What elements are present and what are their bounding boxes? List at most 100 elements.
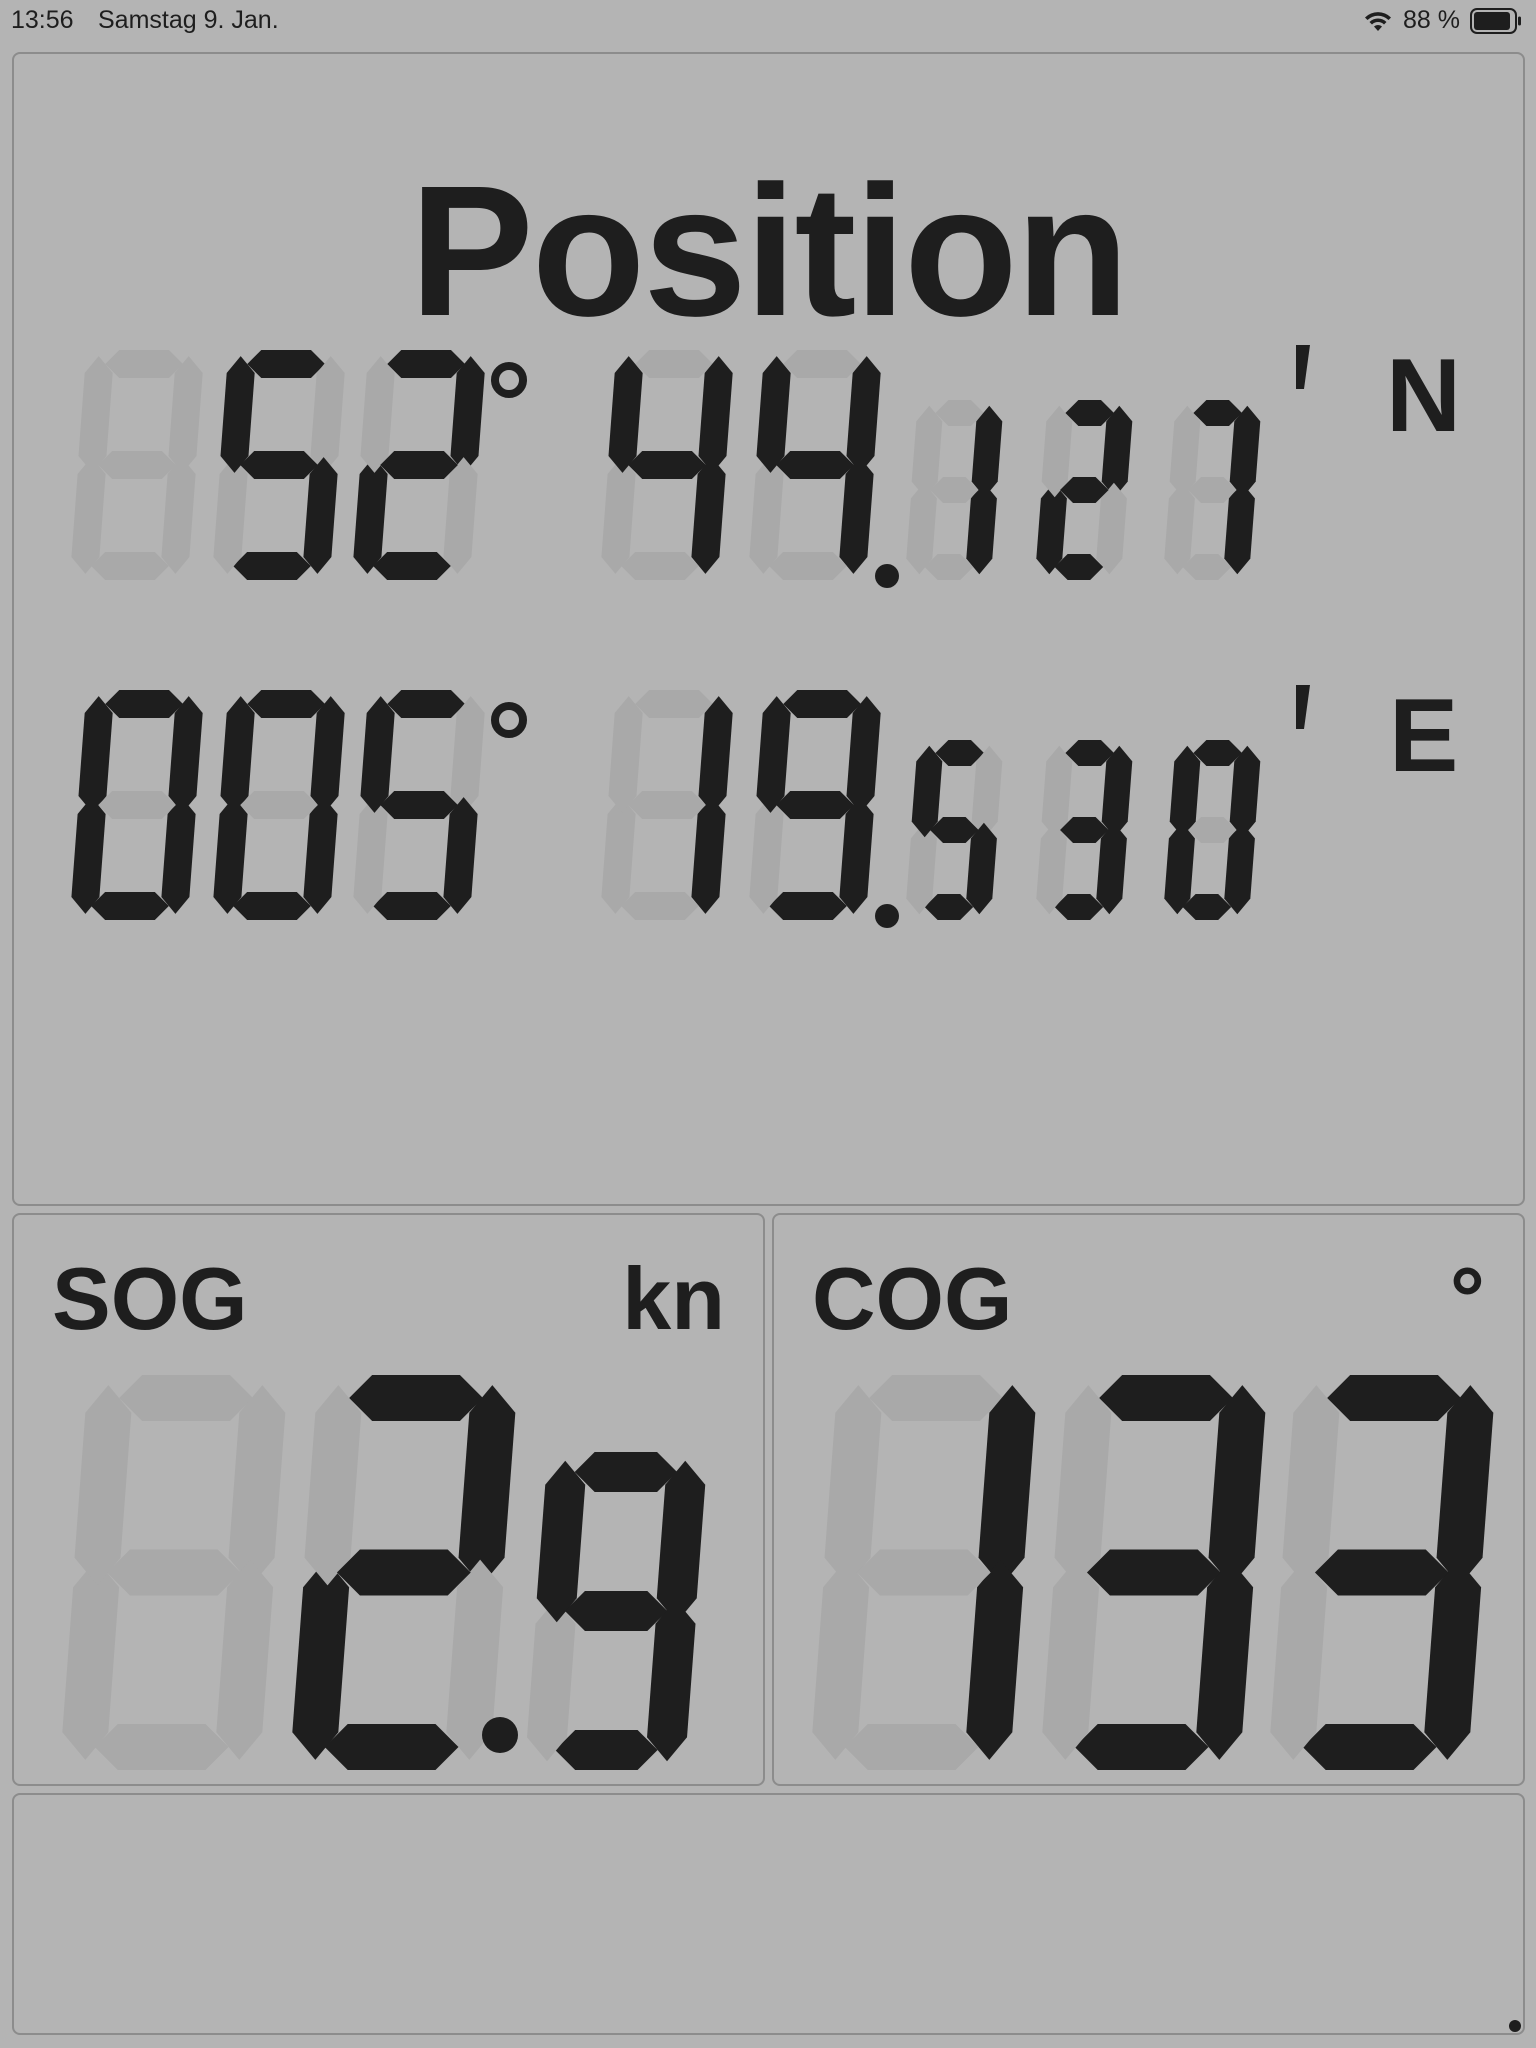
- segment-d: [373, 552, 451, 580]
- segment-a: [105, 690, 183, 718]
- segment-d: [1074, 1724, 1209, 1770]
- segment-a: [635, 690, 713, 718]
- segment-b: [168, 696, 203, 813]
- cog-value-display: [812, 1375, 1494, 1770]
- segment-f: [1054, 1385, 1112, 1586]
- segment-g: [776, 451, 854, 479]
- cog-digit-0: [812, 1375, 1036, 1770]
- segment-a: [869, 1375, 1003, 1421]
- home-indicator-dot: [1509, 2020, 1521, 2032]
- segment-d: [555, 1730, 658, 1770]
- segment-c: [303, 457, 338, 574]
- segment-e: [71, 457, 106, 574]
- segment-b: [450, 696, 485, 813]
- segment-b: [698, 356, 733, 473]
- status-right: 88 %: [1363, 6, 1522, 35]
- segment-a: [119, 1375, 253, 1421]
- empty-panel: [12, 1793, 1525, 2035]
- segment-e: [601, 797, 636, 914]
- segment-f: [78, 356, 113, 473]
- segment-g: [106, 1549, 241, 1596]
- segment-g: [98, 791, 176, 819]
- segment-g: [564, 1591, 668, 1631]
- sog-decimal-point: [482, 1717, 518, 1753]
- segment-g: [776, 791, 854, 819]
- segment-f: [360, 356, 395, 473]
- segment-c: [443, 797, 478, 914]
- segment-d: [233, 892, 311, 920]
- segment-e: [353, 457, 388, 574]
- segment-d: [373, 892, 451, 920]
- segment-f: [756, 696, 791, 813]
- lat-degree-symbol: [491, 362, 527, 398]
- segment-a: [387, 690, 465, 718]
- latitude-display: [71, 345, 1310, 588]
- segment-d: [94, 1724, 229, 1770]
- lon-degree-symbol: [491, 702, 527, 738]
- segment-g: [98, 451, 176, 479]
- segment-e: [749, 457, 784, 574]
- segment-c: [216, 1559, 274, 1760]
- segment-c: [691, 797, 726, 914]
- segment-f: [824, 1385, 882, 1586]
- lat-dec-digit-0: [906, 400, 1003, 580]
- segment-e: [71, 797, 106, 914]
- segment-d: [769, 892, 847, 920]
- lon-deg-digit-0: [71, 690, 203, 920]
- segment-g: [628, 791, 706, 819]
- segment-b: [846, 356, 881, 473]
- segment-d: [324, 1724, 459, 1770]
- lat-deg-digit-0: [71, 350, 203, 580]
- segment-g: [1314, 1549, 1449, 1596]
- segment-c: [966, 1559, 1024, 1760]
- sog-label: SOG: [52, 1249, 248, 1348]
- wifi-icon: [1365, 11, 1392, 31]
- lat-min-digit-0: [601, 350, 733, 580]
- segment-b: [228, 1385, 286, 1586]
- lon-deg-digit-2: [353, 690, 485, 920]
- segment-e: [601, 457, 636, 574]
- cog-label: COG: [812, 1249, 1013, 1348]
- segment-e: [62, 1559, 120, 1760]
- lon-min-digit-1: [749, 690, 881, 920]
- segment-a: [349, 1375, 483, 1421]
- segment-b: [458, 1385, 516, 1586]
- sog-int-digit-0: [62, 1375, 286, 1770]
- segment-c: [161, 797, 196, 914]
- segment-d: [769, 552, 847, 580]
- status-date: Samstag 9. Jan.: [98, 6, 279, 34]
- segment-f: [608, 696, 643, 813]
- sog-int-digit-1: [292, 1375, 516, 1770]
- segment-b: [1208, 1385, 1266, 1586]
- segment-a: [1099, 1375, 1233, 1421]
- lon-deg-digit-1: [213, 690, 345, 920]
- lat-minute-symbol: [1296, 345, 1310, 389]
- segment-a: [783, 350, 861, 378]
- cog-digit-2: [1270, 1375, 1494, 1770]
- segment-b: [168, 356, 203, 473]
- latitude-hemisphere: N: [1386, 338, 1462, 454]
- position-panel: Position: [12, 52, 1525, 1206]
- segment-d: [91, 552, 169, 580]
- segment-d: [844, 1724, 979, 1770]
- segment-f: [78, 696, 113, 813]
- battery-percent: 88 %: [1403, 6, 1460, 34]
- lat-deg-digit-2: [353, 350, 485, 580]
- segment-f: [608, 356, 643, 473]
- cog-unit: °: [1449, 1249, 1485, 1348]
- segment-g: [380, 451, 458, 479]
- segment-c: [1424, 1559, 1482, 1760]
- sog-value-display: [62, 1375, 706, 1770]
- segment-g: [856, 1549, 991, 1596]
- segment-c: [443, 457, 478, 574]
- segment-g: [240, 451, 318, 479]
- segment-a: [1327, 1375, 1461, 1421]
- segment-g: [336, 1549, 471, 1596]
- lat-min-digit-1: [749, 350, 881, 580]
- segment-b: [1436, 1385, 1494, 1586]
- segment-e: [213, 457, 248, 574]
- segment-f: [1282, 1385, 1340, 1586]
- segment-g: [1086, 1549, 1221, 1596]
- segment-a: [574, 1452, 678, 1492]
- segment-d: [621, 552, 699, 580]
